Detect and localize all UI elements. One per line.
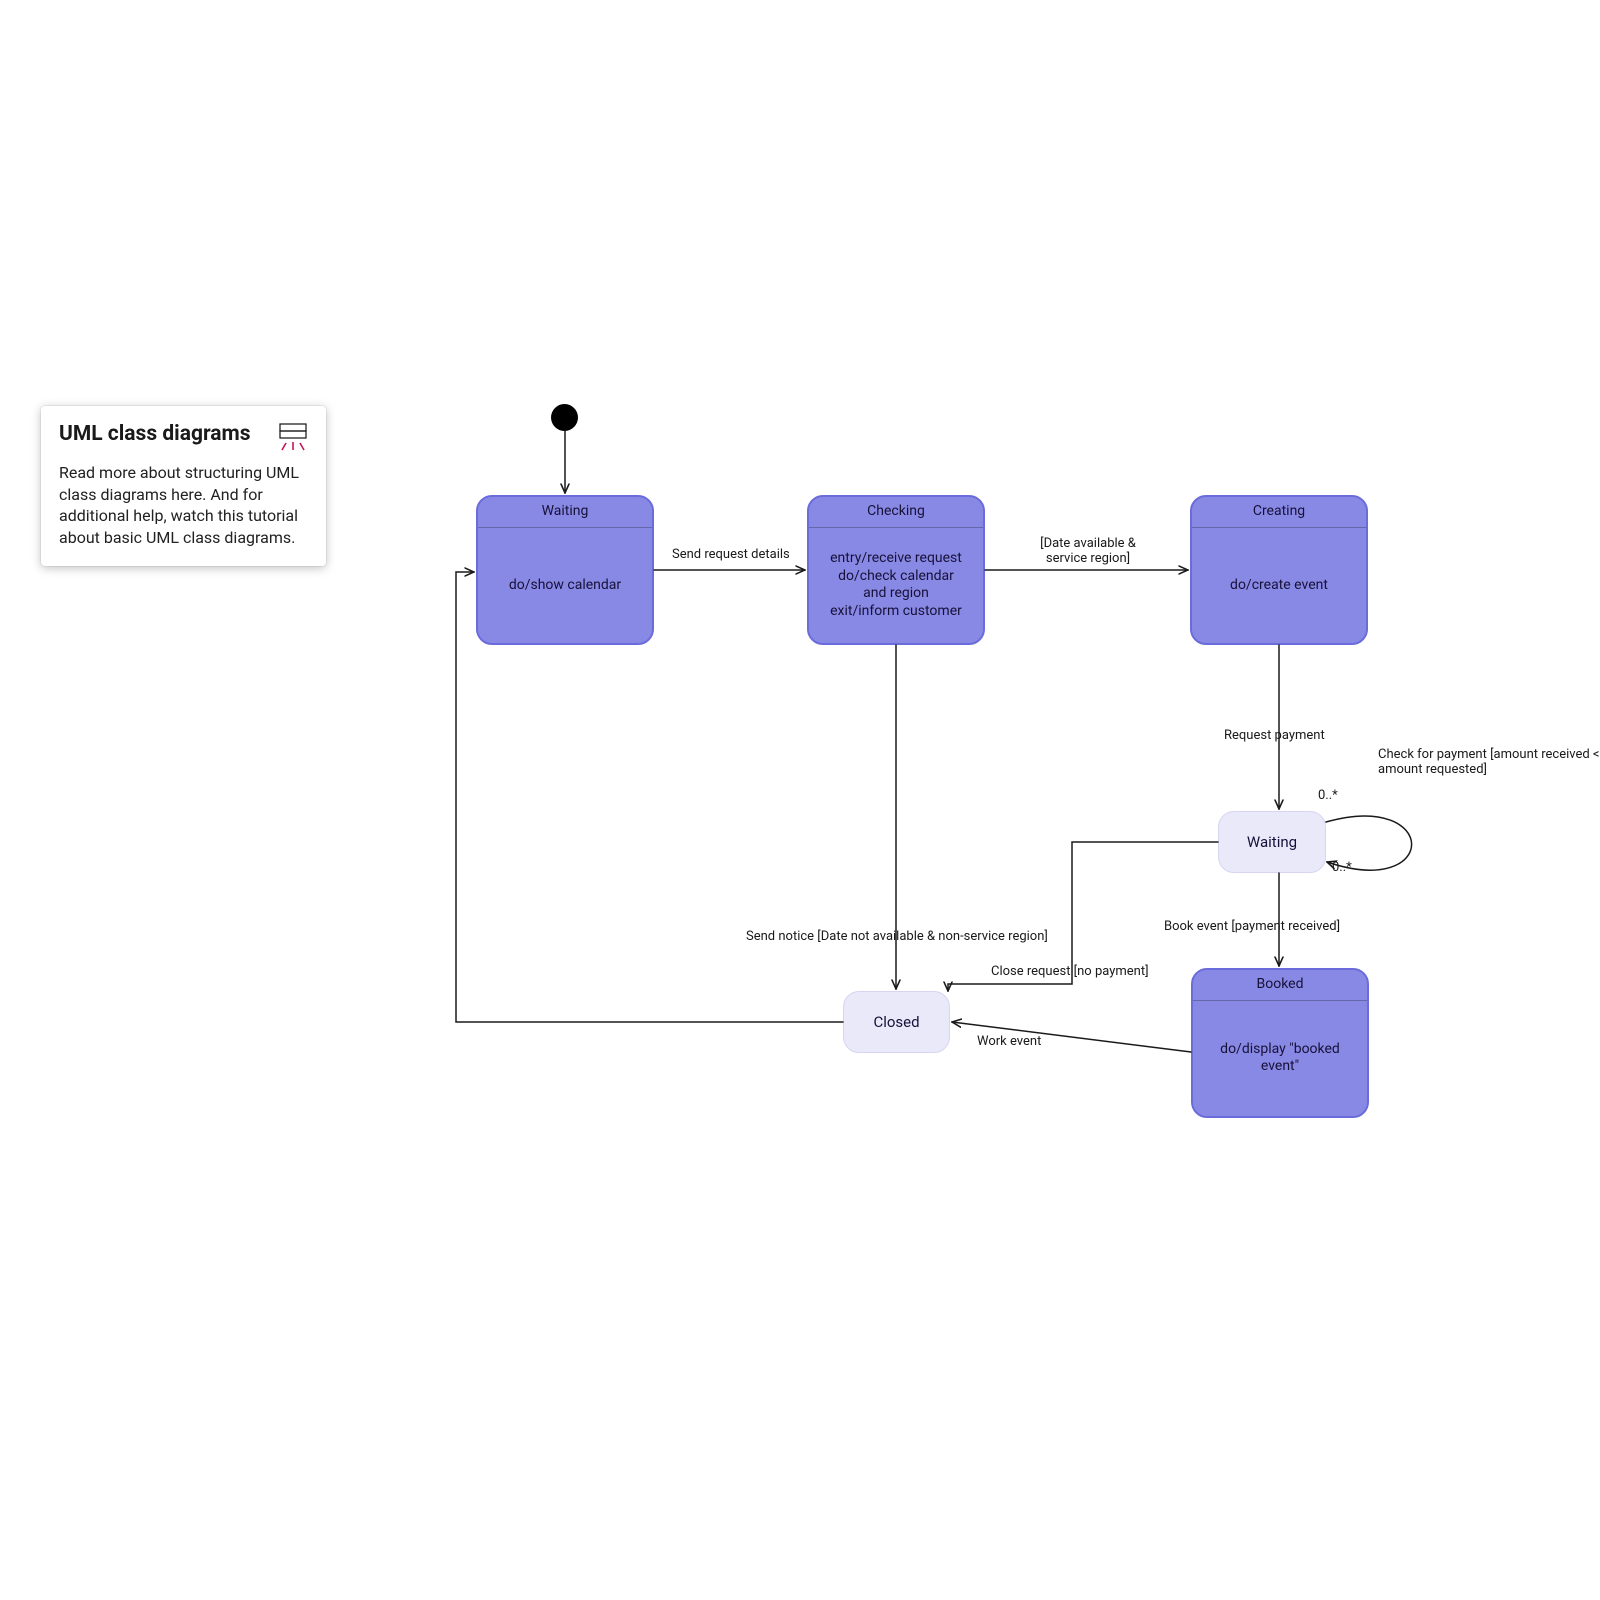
state-checking-title: Checking	[809, 497, 983, 528]
label-check-payment: Check for payment [amount received < amo…	[1378, 747, 1600, 777]
state-waiting: Waiting do/show calendar	[476, 495, 654, 645]
label-close-request: Close request [no payment]	[991, 964, 1149, 979]
state-checking-action3: and region	[863, 585, 929, 603]
state-booked-action1: do/display "booked	[1220, 1041, 1340, 1059]
diagram-canvas: UML class diagrams Read more about struc…	[0, 0, 1600, 1600]
info-card-body: Read more about structuring UML class di…	[59, 462, 308, 548]
multiplicity-top: 0..*	[1318, 788, 1338, 803]
state-booked: Booked do/display "booked event"	[1191, 968, 1369, 1118]
state-creating-action: do/create event	[1230, 577, 1328, 595]
state-checking: Checking entry/receive request do/check …	[807, 495, 985, 645]
state-closed: Closed	[843, 991, 950, 1053]
label-book-event: Book event [payment received]	[1164, 919, 1340, 934]
state-waiting-payment-label: Waiting	[1247, 833, 1297, 852]
state-waiting-title: Waiting	[478, 497, 652, 528]
initial-state-dot	[551, 404, 578, 431]
info-card-title: UML class diagrams	[59, 422, 251, 446]
state-creating-title: Creating	[1192, 497, 1366, 528]
state-waiting-action: do/show calendar	[509, 577, 621, 595]
label-send-request: Send request details	[672, 547, 790, 562]
state-creating: Creating do/create event	[1190, 495, 1368, 645]
label-work-event: Work event	[977, 1034, 1041, 1049]
state-waiting-payment: Waiting	[1218, 811, 1326, 873]
state-checking-action2: do/check calendar	[838, 568, 954, 586]
info-card: UML class diagrams Read more about struc…	[41, 406, 326, 566]
label-send-notice: Send notice [Date not available & non-se…	[746, 929, 1048, 944]
uml-class-icon	[278, 422, 308, 456]
state-checking-action4: exit/inform customer	[830, 603, 962, 621]
state-booked-action2: event"	[1261, 1058, 1299, 1076]
label-request-payment: Request payment	[1224, 728, 1325, 743]
label-date-available: [Date available & service region]	[1008, 536, 1168, 566]
state-checking-action1: entry/receive request	[830, 550, 962, 568]
state-booked-title: Booked	[1193, 970, 1367, 1001]
state-closed-label: Closed	[873, 1013, 919, 1032]
connectors-layer	[0, 0, 1600, 1600]
multiplicity-bottom: 0..*	[1332, 860, 1352, 875]
